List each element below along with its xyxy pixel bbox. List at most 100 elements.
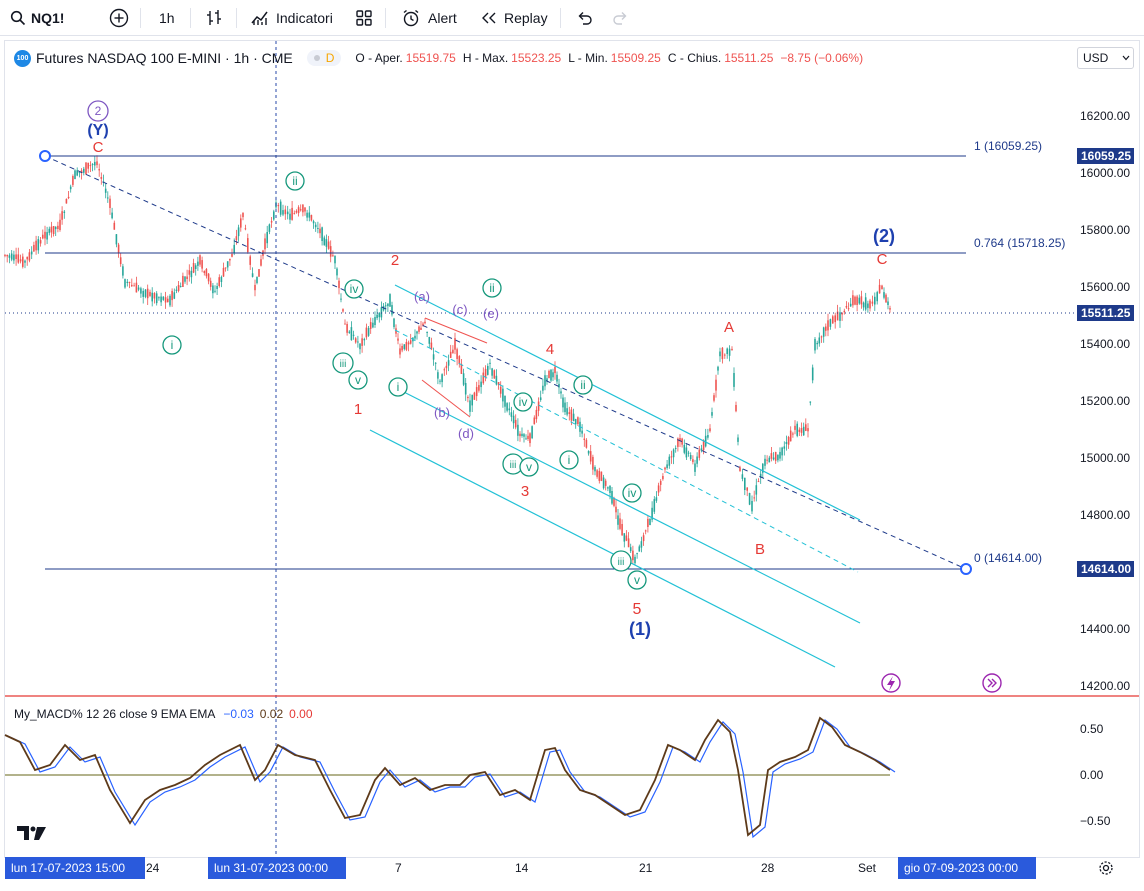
candle-body [254,284,256,291]
candle-body [721,347,724,360]
wave-label-ii-c: ii [580,378,585,392]
candle-body [342,309,344,312]
lightning-event-icon[interactable] [881,673,901,693]
candle-body [647,518,649,527]
candle-body [719,351,721,357]
candle-body [89,165,92,167]
candle-body [340,298,342,300]
candle-body [6,255,8,257]
candle-body [636,553,638,555]
candle-body [369,322,372,329]
last-price-tag: 15511.25 [1081,306,1131,320]
candle-body [37,239,40,251]
candle-body [237,227,240,237]
candle-body [42,234,44,239]
candle-body [664,467,666,470]
candle-body [556,374,558,382]
candle-body [512,415,515,424]
price-axis[interactable]: 16200.00 16000.00 15800.00 15600.00 15400.00… [1077,109,1134,693]
candle-body [570,409,573,421]
candle-body [63,211,66,213]
candle-body [8,255,11,258]
candle-body [72,176,74,185]
candle-body [713,395,715,401]
candle-body [504,395,506,407]
candle-body [162,296,165,300]
candle-body [499,386,502,394]
candle-body [649,518,651,525]
time-axis[interactable]: lun 17-07-2023 15:00 24 lun 31-07-2023 0… [4,857,1140,879]
candle-body [233,244,235,254]
candle-body [380,307,383,318]
gear-icon[interactable] [1098,860,1114,876]
wave-label-iii-a: iii [340,359,347,370]
candle-body [852,295,854,306]
price-chart[interactable]: 1 (16059.25) 0.764 (15718.25) 0 (14614.00)… [0,0,1144,891]
price-tick-label: 16200.00 [1080,109,1130,123]
fib-trend-line[interactable] [44,155,967,570]
candle-body [869,300,871,309]
price-tick-label: 15600.00 [1080,280,1130,294]
candle-body [4,254,6,256]
candle-body [249,256,251,265]
macd-value-3: 0.00 [289,707,313,721]
candle-body [596,470,598,477]
wave-label-v-c: v [634,573,640,587]
candle-body [619,518,621,529]
candle-body [659,480,662,485]
candle-body [407,342,410,345]
go-to-realtime-icon[interactable] [982,673,1002,693]
channel-lower[interactable] [389,384,861,624]
price-tick-label: 14400.00 [1080,622,1130,636]
status-badge-label: D [325,51,335,65]
series-title[interactable]: Futures NASDAQ 100 E-MINI · 1h · CME [36,50,293,66]
candle-body [22,256,24,267]
data-status-badge[interactable]: D [306,50,342,66]
candle-body [312,221,315,224]
candle-body [124,279,126,288]
candle-body [717,366,719,371]
candle-body [770,453,773,459]
drawing-layer: 1 (16059.25) 0.764 (15718.25) 0 (14614.00) [5,41,1075,856]
candle-body [860,296,863,305]
wave-label-W1: (1) [629,619,651,639]
candle-body [247,238,249,253]
candle-body [384,305,387,307]
candle-body [792,433,794,435]
candle-body [113,222,116,230]
candle-body [140,288,142,294]
candle-body [874,296,876,305]
currency-select[interactable]: USD [1077,47,1134,69]
candle-body [286,211,289,215]
candle-body [277,205,280,207]
candle-body [694,463,696,472]
candle-body [231,254,233,257]
candle-body [735,405,737,412]
wave-label-iv-a: iv [350,282,359,296]
candle-body [67,196,70,199]
candle-body [229,258,231,261]
candle-body [299,209,302,211]
candle-body [212,285,214,294]
candle-body [160,296,162,303]
candle-body [552,372,554,378]
fib-anchor-start[interactable] [39,150,51,162]
candle-body [153,293,156,299]
wave-label-4: 4 [546,341,554,358]
candle-body [273,211,275,220]
wave-label-2: 2 [391,252,399,269]
candle-body [401,346,403,351]
candle-body [638,546,641,552]
candle-body [26,256,28,260]
candle-body [336,268,338,276]
candle-body [574,419,577,425]
candle-body [361,338,363,346]
candle-body [289,213,291,220]
candle-body [376,314,378,319]
open-label: O - Aper. [355,51,403,65]
macd-name[interactable]: My_MACD% 12 26 close 9 EMA EMA [14,707,215,721]
candle-body [560,391,562,394]
fib-anchor-end[interactable] [960,563,972,575]
wave-label-i-b: i [397,380,400,394]
candle-body [54,226,57,230]
